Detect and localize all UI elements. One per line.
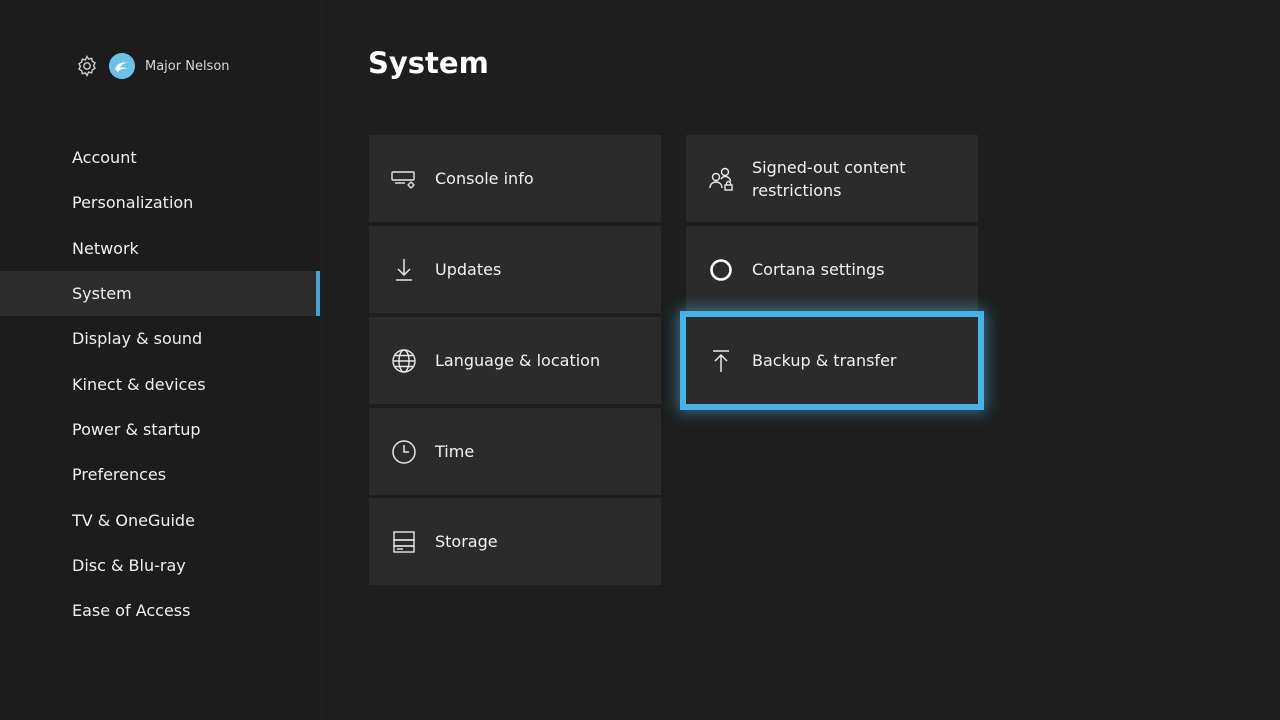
- sidebar-item-kinect-devices[interactable]: Kinect & devices: [0, 361, 320, 406]
- globe-icon: [390, 347, 418, 375]
- sidebar-item-label: TV & OneGuide: [72, 510, 195, 530]
- sidebar-item-tv-oneguide[interactable]: TV & OneGuide: [0, 497, 320, 542]
- console-info-icon: [390, 165, 418, 193]
- username: Major Nelson: [145, 58, 230, 74]
- sidebar-item-network[interactable]: Network: [0, 226, 320, 271]
- sidebar-item-label: Network: [72, 238, 139, 258]
- clock-icon: [390, 438, 418, 466]
- sidebar-item-label: Disc & Blu-ray: [72, 555, 186, 575]
- sidebar-item-label: Power & startup: [72, 419, 201, 439]
- sidebar-item-ease-of-access[interactable]: Ease of Access: [0, 588, 320, 633]
- tile-console-info[interactable]: Console info: [369, 135, 661, 222]
- sidebar-nav: Account Personalization Network System D…: [0, 135, 320, 633]
- sidebar: Major Nelson Account Personalization Net…: [0, 0, 322, 720]
- gear-icon[interactable]: [74, 53, 100, 79]
- storage-icon: [390, 528, 418, 556]
- avatar[interactable]: [109, 53, 135, 79]
- sidebar-item-label: Ease of Access: [72, 601, 191, 621]
- tile-label: Signed-out content restrictions: [752, 157, 906, 200]
- user-header: Major Nelson: [74, 52, 230, 80]
- sidebar-item-label: Kinect & devices: [72, 374, 206, 394]
- download-arrow-icon: [390, 256, 418, 284]
- sidebar-item-label: Display & sound: [72, 329, 203, 349]
- tile-label: Backup & transfer: [752, 351, 897, 370]
- sidebar-item-label: Personalization: [72, 193, 194, 213]
- tile-signed-out-content-restrictions[interactable]: Signed-out content restrictions: [686, 135, 978, 222]
- sidebar-item-power-startup[interactable]: Power & startup: [0, 407, 320, 452]
- tile-label: Cortana settings: [752, 260, 885, 279]
- tile-label: Updates: [435, 260, 502, 279]
- sidebar-item-label: Preferences: [72, 465, 167, 485]
- tile-label: Console info: [435, 169, 534, 188]
- cortana-circle-icon: [707, 256, 735, 284]
- sidebar-item-label: Account: [72, 148, 137, 168]
- tile-backup-transfer[interactable]: Backup & transfer: [680, 311, 984, 410]
- page-title: System: [368, 46, 489, 80]
- sidebar-item-disc-bluray[interactable]: Disc & Blu-ray: [0, 543, 320, 588]
- tile-label: Time: [435, 442, 475, 461]
- tile-label: Storage: [435, 532, 498, 551]
- sidebar-item-display-sound[interactable]: Display & sound: [0, 316, 320, 361]
- sidebar-item-label: System: [72, 284, 132, 304]
- sidebar-item-system[interactable]: System: [0, 270, 320, 317]
- sidebar-item-personalization[interactable]: Personalization: [0, 180, 320, 225]
- tile-language-location[interactable]: Language & location: [369, 317, 661, 404]
- tile-cortana-settings[interactable]: Cortana settings: [686, 226, 978, 313]
- sidebar-item-preferences[interactable]: Preferences: [0, 452, 320, 497]
- tile-storage[interactable]: Storage: [369, 498, 661, 585]
- upload-arrow-icon: [707, 347, 735, 375]
- people-lock-icon: [707, 165, 735, 193]
- sidebar-item-account[interactable]: Account: [0, 135, 320, 180]
- tile-time[interactable]: Time: [369, 408, 661, 495]
- tile-updates[interactable]: Updates: [369, 226, 661, 313]
- tile-label: Language & location: [435, 351, 601, 370]
